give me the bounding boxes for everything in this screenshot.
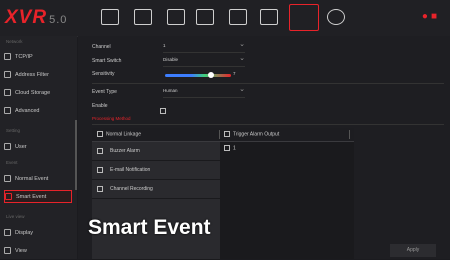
section-setting: Setting <box>6 128 21 133</box>
section-event: Event <box>6 160 18 165</box>
alarm-output-item[interactable]: 1 <box>224 145 236 151</box>
divider <box>92 124 444 125</box>
sensitivity-label: Sensitivity <box>92 71 115 77</box>
sidebar-item-label: View <box>15 247 27 254</box>
sidebar-item-address-filter[interactable]: Address Filter <box>4 68 72 81</box>
cloud-icon <box>4 89 11 96</box>
sensitivity-value: 7 <box>233 71 236 76</box>
sidebar-item-label: User <box>15 143 27 150</box>
top-right-icons[interactable]: ●■ <box>422 11 440 22</box>
playback-icon[interactable] <box>101 9 119 25</box>
trigger-alarm-label: Trigger Alarm Output <box>233 131 280 138</box>
checkbox-icon <box>160 107 166 114</box>
sidebar-item-tcpip[interactable]: TCP/IP <box>4 50 72 63</box>
sidebar-item-label: TCP/IP <box>15 53 33 60</box>
top-toolbar: XVR 5.0 ●■ <box>0 0 450 37</box>
smart-switch-select[interactable]: Disable <box>163 54 245 67</box>
channel-select[interactable]: 1 <box>163 40 245 53</box>
sidebar-item-advanced[interactable]: Advanced <box>4 104 72 117</box>
checkbox-icon <box>224 145 230 151</box>
sidebar-item-view[interactable]: View <box>4 244 72 257</box>
sidebar-item-label: Normal Event <box>15 175 49 182</box>
list-item-label: E-mail Notification <box>110 167 151 173</box>
hdd-icon[interactable] <box>260 9 278 25</box>
tab-processing-method[interactable]: Processing Method <box>92 116 131 121</box>
section-network: Network <box>6 39 23 44</box>
gear-icon <box>4 107 11 114</box>
app-logo: XVR 5.0 <box>5 7 67 29</box>
sidebar-item-label: Address Filter <box>15 71 49 78</box>
enable-checkbox[interactable] <box>160 102 169 120</box>
apply-button[interactable]: Apply <box>390 244 436 257</box>
list-item[interactable]: Buzzer Alarm <box>92 142 220 161</box>
normal-linkage-header[interactable]: Normal Linkage <box>97 131 141 137</box>
sensitivity-slider-handle[interactable] <box>208 72 214 78</box>
sidebar-item-label: Cloud Storage <box>15 89 51 96</box>
display-icon <box>4 229 11 236</box>
checkbox-icon <box>224 131 230 137</box>
folder-icon[interactable] <box>167 9 185 25</box>
checkbox-icon <box>97 148 103 154</box>
sidebar-item-label: Advanced <box>15 107 40 114</box>
sidebar-item-smart-event[interactable]: Smart Event <box>4 190 72 203</box>
alarm-output-panel <box>221 142 354 259</box>
normal-linkage-label: Normal Linkage <box>106 131 142 138</box>
column-separator <box>219 130 220 139</box>
enable-label: Enable <box>92 103 108 109</box>
section-live: Live view <box>6 214 25 219</box>
list-item[interactable]: E-mail Notification <box>92 161 220 180</box>
smart-switch-label: Smart Switch <box>92 58 122 64</box>
channel-label: Channel <box>92 44 111 50</box>
event-type-select[interactable]: Human <box>163 85 245 98</box>
divider <box>92 83 444 84</box>
alarm-icon <box>4 175 11 182</box>
sidebar-item-display[interactable]: Display <box>4 226 72 239</box>
column-separator <box>349 130 350 139</box>
logo-text: XVR <box>5 7 48 28</box>
smart-event-icon <box>5 193 12 200</box>
version-label: 5.0 <box>49 14 68 26</box>
checkbox-icon <box>97 167 103 173</box>
view-icon <box>4 247 11 254</box>
list-item-label: Channel Recording <box>110 186 153 192</box>
filter-icon <box>4 71 11 78</box>
event-type-label: Event Type <box>92 89 117 95</box>
user-icon <box>4 143 11 150</box>
overlay-title: Smart Event <box>88 216 211 239</box>
sidebar-item-user[interactable]: User <box>4 140 72 153</box>
sidebar: Network TCP/IP Address Filter Cloud Stor… <box>0 36 77 259</box>
checkbox-icon <box>97 186 103 192</box>
list-item[interactable]: Channel Recording <box>92 180 220 199</box>
list-item-label: Buzzer Alarm <box>110 148 140 154</box>
sidebar-item-normal-event[interactable]: Normal Event <box>4 172 72 185</box>
checkbox-icon <box>97 131 103 137</box>
sidebar-item-cloud-storage[interactable]: Cloud Storage <box>4 86 72 99</box>
video-icon[interactable] <box>134 9 152 25</box>
camera-icon[interactable] <box>229 9 247 25</box>
sidebar-scrollbar[interactable] <box>75 120 77 190</box>
network-icon <box>4 53 11 60</box>
sidebar-item-label: Smart Event <box>16 193 47 200</box>
alarm-output-label: 1 <box>233 145 236 152</box>
trigger-alarm-header[interactable]: Trigger Alarm Output <box>224 131 279 137</box>
linkage-header: Normal Linkage Trigger Alarm Output <box>92 128 354 142</box>
system-icon[interactable] <box>327 9 345 25</box>
settings-icon[interactable] <box>289 4 319 31</box>
monitor-icon[interactable] <box>196 9 214 25</box>
sensitivity-slider[interactable] <box>165 74 231 77</box>
sidebar-item-label: Display <box>15 229 34 236</box>
